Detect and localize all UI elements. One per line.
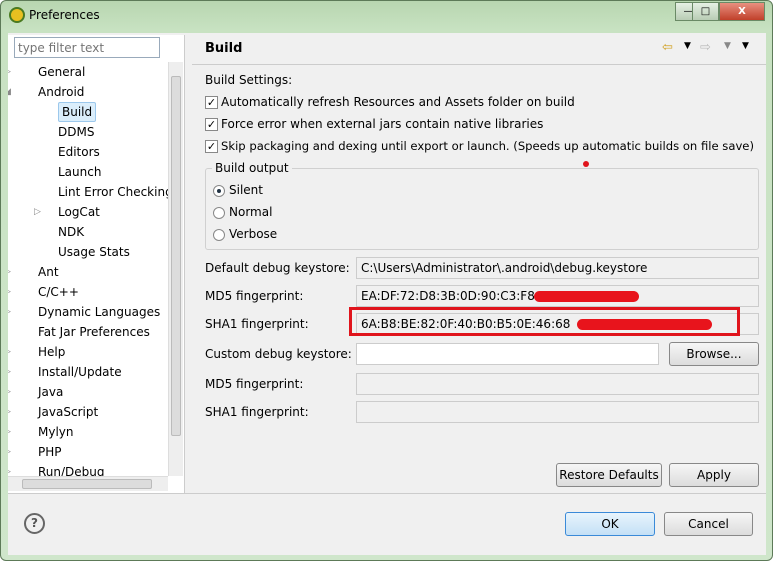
expand-twisty-icon[interactable]: ▷	[8, 307, 11, 317]
footer-divider	[8, 493, 766, 494]
build-settings-label: Build Settings:	[205, 73, 293, 87]
tree-item[interactable]: Usage Stats	[58, 242, 130, 262]
silent-label: Silent	[229, 183, 263, 197]
tree-item[interactable]: Launch	[58, 162, 101, 182]
expand-twisty-icon[interactable]: ▷	[8, 367, 11, 377]
window-title: Preferences	[29, 8, 100, 22]
forward-arrow-icon[interactable]: ⇨	[700, 40, 711, 55]
tree-item[interactable]: NDK	[58, 222, 84, 242]
auto-refresh-checkbox[interactable]: ✓	[205, 96, 218, 109]
forward-menu-chevron-icon[interactable]: ▼	[724, 41, 731, 51]
cancel-button[interactable]: Cancel	[664, 512, 753, 536]
force-error-checkbox[interactable]: ✓	[205, 118, 218, 131]
filter-input[interactable]	[14, 37, 160, 58]
build-page: Build ⇦ ▼ ⇨ ▼ ▼ Build Settings: ✓ Automa…	[192, 35, 766, 493]
tree-item[interactable]: PHP	[38, 442, 62, 462]
apply-button[interactable]: Apply	[669, 463, 759, 487]
expand-twisty-icon[interactable]: ▷	[8, 387, 11, 397]
tree-item[interactable]: Editors	[58, 142, 100, 162]
build-output-label: Build output	[212, 161, 292, 175]
tree-item[interactable]: Java	[38, 382, 63, 402]
force-error-label: Force error when external jars contain n…	[221, 117, 544, 131]
page-title: Build	[205, 41, 243, 56]
custom-keystore-input[interactable]	[356, 343, 659, 365]
tree-item[interactable]: Fat Jar Preferences	[38, 322, 150, 342]
expand-twisty-icon[interactable]: ▷	[8, 267, 11, 277]
tree-item[interactable]: General	[38, 62, 85, 82]
tree-item[interactable]: Run/Debug	[38, 462, 105, 476]
default-keystore-field[interactable]: C:\Users\Administrator\.android\debug.ke…	[356, 257, 759, 279]
md5-fingerprint-label: MD5 fingerprint:	[205, 289, 304, 303]
tree-item[interactable]: Mylyn	[38, 422, 74, 442]
ok-button[interactable]: OK	[565, 512, 655, 536]
tree-vertical-scrollbar[interactable]	[168, 62, 183, 476]
expand-twisty-icon[interactable]: ▷	[34, 207, 41, 217]
redaction-scribble	[534, 291, 639, 302]
expand-twisty-icon[interactable]: ▷	[8, 407, 11, 417]
tree-item[interactable]: Help	[38, 342, 65, 362]
tree-item[interactable]: C/C++	[38, 282, 79, 302]
verbose-label: Verbose	[229, 227, 278, 241]
restore-defaults-button[interactable]: Restore Defaults	[556, 463, 662, 487]
custom-sha1-field[interactable]	[356, 401, 759, 423]
browse-button[interactable]: Browse...	[669, 342, 759, 366]
custom-sha1-label: SHA1 fingerprint:	[205, 405, 309, 419]
expand-twisty-icon[interactable]: ▷	[8, 67, 11, 77]
custom-keystore-label: Custom debug keystore:	[205, 347, 352, 361]
custom-md5-field[interactable]	[356, 373, 759, 395]
preference-tree: ▷ General ◢ AndroidBuildDDMSEditorsLaunchLi…	[8, 62, 168, 476]
tree-item[interactable]: Dynamic Languages	[38, 302, 160, 322]
silent-radio[interactable]	[213, 185, 225, 197]
eclipse-app-icon	[9, 7, 25, 23]
expand-twisty-icon[interactable]: ▷	[8, 447, 11, 457]
default-keystore-label: Default debug keystore:	[205, 261, 350, 275]
maximize-button[interactable]: □	[692, 2, 719, 21]
back-arrow-icon[interactable]: ⇦	[662, 40, 673, 55]
normal-label: Normal	[229, 205, 273, 219]
tree-item[interactable]: DDMS	[58, 122, 94, 142]
back-menu-chevron-icon[interactable]: ▼	[684, 41, 691, 51]
expand-twisty-icon[interactable]: ▷	[8, 427, 11, 437]
tree-item[interactable]: Ant	[38, 262, 59, 282]
expand-twisty-icon[interactable]: ▷	[8, 287, 11, 297]
tree-item[interactable]: Install/Update	[38, 362, 122, 382]
tree-item[interactable]: LogCat	[58, 202, 100, 222]
sha1-highlight-box	[349, 307, 740, 336]
expand-twisty-icon[interactable]: ◢	[8, 87, 11, 97]
close-button[interactable]: X	[719, 2, 765, 21]
tree-horizontal-scrollbar[interactable]	[8, 476, 168, 491]
normal-radio[interactable]	[213, 207, 225, 219]
skip-packaging-checkbox[interactable]: ✓	[205, 140, 218, 153]
header-divider	[192, 64, 766, 65]
build-output-group	[205, 168, 759, 250]
red-dot-mark	[583, 161, 589, 167]
verbose-radio[interactable]	[213, 229, 225, 241]
custom-md5-label: MD5 fingerprint:	[205, 377, 304, 391]
tree-item[interactable]: Lint Error Checking	[58, 182, 168, 202]
sha1-fingerprint-label: SHA1 fingerprint:	[205, 317, 309, 331]
tree-item[interactable]: Android	[38, 82, 84, 102]
skip-packaging-label: Skip packaging and dexing until export o…	[221, 139, 754, 153]
tree-item[interactable]: JavaScript	[38, 402, 98, 422]
expand-twisty-icon[interactable]: ▷	[8, 467, 11, 476]
auto-refresh-label: Automatically refresh Resources and Asse…	[221, 95, 575, 109]
help-icon[interactable]: ?	[24, 513, 45, 534]
tree-item[interactable]: Build	[58, 102, 97, 122]
sidebar: ▷ General ◢ AndroidBuildDDMSEditorsLaunchLi…	[8, 35, 185, 493]
view-menu-icon[interactable]: ▼	[742, 41, 749, 51]
expand-twisty-icon[interactable]: ▷	[8, 347, 11, 357]
